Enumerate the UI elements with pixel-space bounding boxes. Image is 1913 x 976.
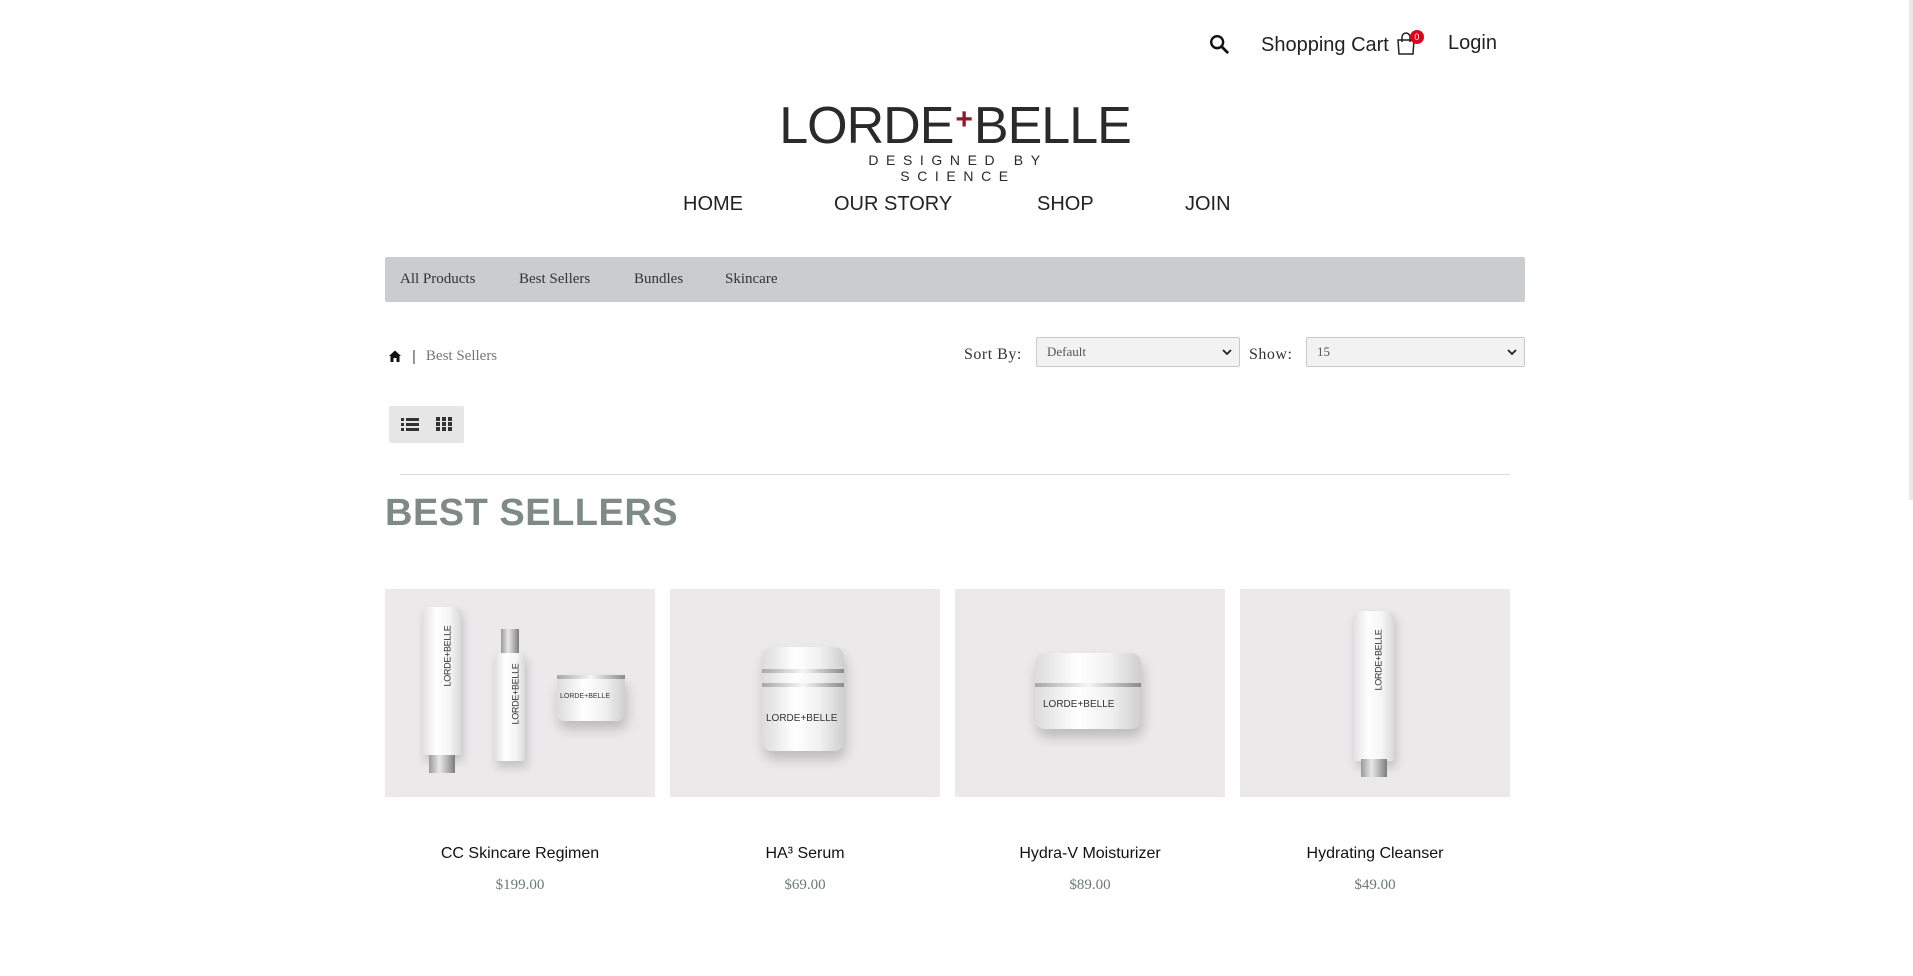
cleanser-tube: LORDE+BELLE <box>423 607 461 755</box>
product-grid: LORDE+BELLE LORDE+BELLE LORDE+BELLE CC S… <box>385 589 1510 909</box>
product-card: LORDE+BELLE LORDE+BELLE LORDE+BELLE CC S… <box>385 589 655 909</box>
chevron-down-icon <box>1507 349 1517 356</box>
category-all-products[interactable]: All Products <box>400 271 475 288</box>
list-view-icon[interactable] <box>401 417 419 431</box>
moisturizer-jar: LORDE+BELLE <box>557 675 625 721</box>
brand-name-left: LORDE <box>779 97 954 155</box>
brand-tagline: DESIGNED BY SCIENCE <box>868 152 1048 184</box>
search-icon[interactable] <box>1208 33 1232 57</box>
section-divider <box>400 474 1510 475</box>
jar-band-top <box>762 669 844 673</box>
jar-band <box>1035 683 1141 687</box>
product-price: $69.00 <box>784 877 826 893</box>
show-count-select[interactable]: 15 <box>1306 337 1525 367</box>
show-label: Show: <box>1249 346 1293 363</box>
product-name[interactable]: Hydra-V Moisturizer <box>955 845 1225 863</box>
shopping-bag-icon: 0 <box>1395 30 1424 58</box>
product-image-hydra-v[interactable]: LORDE+BELLE <box>955 589 1225 797</box>
nav-join[interactable]: JOIN <box>1185 193 1231 216</box>
jar-brand-mark: LORDE+BELLE <box>766 713 838 724</box>
category-skincare[interactable]: Skincare <box>725 271 777 288</box>
shopping-cart-label: Shopping Cart <box>1261 33 1389 56</box>
sort-by-select[interactable]: Default <box>1036 337 1240 367</box>
serum-jar: LORDE+BELLE <box>762 647 844 751</box>
sort-by-label: Sort By: <box>964 346 1022 363</box>
product-price: $199.00 <box>495 877 545 893</box>
nav-home[interactable]: HOME <box>683 193 743 216</box>
product-name[interactable]: CC Skincare Regimen <box>385 845 655 863</box>
show-count-value: 15 <box>1317 344 1330 359</box>
tube-cap <box>1361 759 1387 777</box>
view-toggle <box>389 406 464 443</box>
tube-brand-mark: LORDE+BELLE <box>1373 629 1384 691</box>
category-bar: All Products Best Sellers Bundles Skinca… <box>385 257 1525 302</box>
category-best-sellers[interactable]: Best Sellers <box>519 271 590 288</box>
jar-rim <box>557 675 625 679</box>
breadcrumb-separator: | <box>412 347 416 365</box>
login-link[interactable]: Login <box>1448 32 1497 55</box>
page-scrollbar[interactable] <box>1909 0 1913 500</box>
nav-shop[interactable]: SHOP <box>1037 193 1094 216</box>
breadcrumb: | Best Sellers <box>388 346 497 366</box>
brand-logo[interactable]: LORDE + BELLE DESIGNED BY SCIENCE <box>779 100 1132 184</box>
jar-band-bottom <box>762 683 844 687</box>
shopping-cart-link[interactable]: Shopping Cart 0 <box>1261 30 1424 58</box>
cleanser-tube: LORDE+BELLE <box>1354 611 1394 761</box>
category-bundles[interactable]: Bundles <box>634 271 683 288</box>
product-price: $89.00 <box>1069 877 1111 893</box>
cart-count-badge: 0 <box>1409 30 1424 44</box>
product-name[interactable]: Hydrating Cleanser <box>1240 845 1510 863</box>
page-title: BEST SELLERS <box>385 492 679 534</box>
jar-brand-mark: LORDE+BELLE <box>1043 699 1115 710</box>
serum-brand-mark: LORDE+BELLE <box>510 663 521 725</box>
product-image-cleanser[interactable]: LORDE+BELLE <box>1240 589 1510 797</box>
brand-plus: + <box>955 103 973 136</box>
brand-name-right: BELLE <box>973 97 1132 155</box>
product-image-regimen[interactable]: LORDE+BELLE LORDE+BELLE LORDE+BELLE <box>385 589 655 797</box>
tube-brand-mark: LORDE+BELLE <box>442 625 453 687</box>
main-navigation: HOME OUR STORY SHOP JOIN <box>0 193 1913 219</box>
serum-pump <box>501 629 519 655</box>
product-image-ha3-serum[interactable]: LORDE+BELLE <box>670 589 940 797</box>
home-icon[interactable] <box>388 349 402 363</box>
grid-view-icon[interactable] <box>436 417 454 431</box>
top-utility-bar: Shopping Cart 0 Login <box>0 28 1913 62</box>
product-name[interactable]: HA³ Serum <box>670 845 940 863</box>
sort-by-value: Default <box>1047 344 1086 359</box>
tube-cap <box>429 755 455 773</box>
chevron-down-icon <box>1222 349 1232 356</box>
product-price: $49.00 <box>1354 877 1396 893</box>
product-card: LORDE+BELLE HA³ Serum $69.00 <box>670 589 940 909</box>
jar-brand-mark: LORDE+BELLE <box>560 693 610 700</box>
serum-bottle: LORDE+BELLE <box>495 653 525 761</box>
product-card: LORDE+BELLE Hydra-V Moisturizer $89.00 <box>955 589 1225 909</box>
breadcrumb-current: Best Sellers <box>425 347 498 364</box>
brand-wordmark: LORDE + BELLE <box>779 100 1132 152</box>
moisturizer-jar: LORDE+BELLE <box>1035 653 1141 729</box>
nav-our-story[interactable]: OUR STORY <box>834 193 952 216</box>
product-card: LORDE+BELLE Hydrating Cleanser $49.00 <box>1240 589 1510 909</box>
